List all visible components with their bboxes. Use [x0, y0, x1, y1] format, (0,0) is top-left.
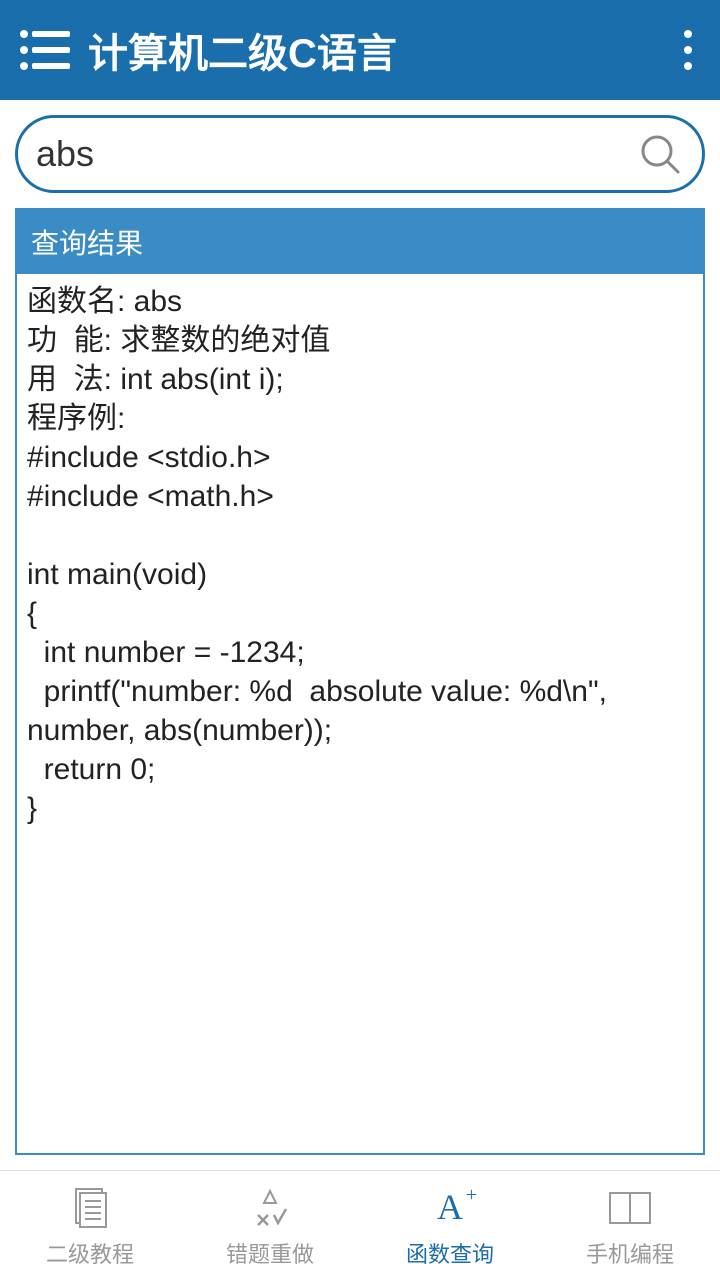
nav-tutorial[interactable]: 二级教程 — [0, 1171, 180, 1280]
result-panel: 查询结果 函数名: abs 功 能: 求整数的绝对值 用 法: int abs(… — [15, 208, 705, 1155]
app-title: 计算机二级C语言 — [88, 21, 676, 79]
search-box — [15, 115, 705, 193]
search-input[interactable] — [36, 133, 638, 175]
nav-label: 函数查询 — [406, 1237, 494, 1269]
aplus-icon: A+ — [426, 1183, 474, 1231]
document-icon — [66, 1183, 114, 1231]
nav-label: 错题重做 — [226, 1237, 314, 1269]
nav-function-lookup[interactable]: A+ 函数查询 — [360, 1171, 540, 1280]
overflow-menu-icon[interactable] — [676, 22, 700, 78]
nav-redo-wrong[interactable]: 错题重做 — [180, 1171, 360, 1280]
main-content: 查询结果 函数名: abs 功 能: 求整数的绝对值 用 法: int abs(… — [0, 100, 720, 1170]
menu-icon[interactable] — [20, 30, 70, 70]
search-icon[interactable] — [638, 132, 682, 176]
redo-icon — [246, 1183, 294, 1231]
result-body: 函数名: abs 功 能: 求整数的绝对值 用 法: int abs(int i… — [17, 274, 703, 1153]
result-header: 查询结果 — [17, 210, 703, 274]
nav-label: 手机编程 — [586, 1237, 674, 1269]
nav-label: 二级教程 — [46, 1237, 134, 1269]
bottom-nav: 二级教程 错题重做 A+ 函数查询 手机编程 — [0, 1170, 720, 1280]
nav-mobile-coding[interactable]: 手机编程 — [540, 1171, 720, 1280]
app-header: 计算机二级C语言 — [0, 0, 720, 100]
book-icon — [606, 1183, 654, 1231]
